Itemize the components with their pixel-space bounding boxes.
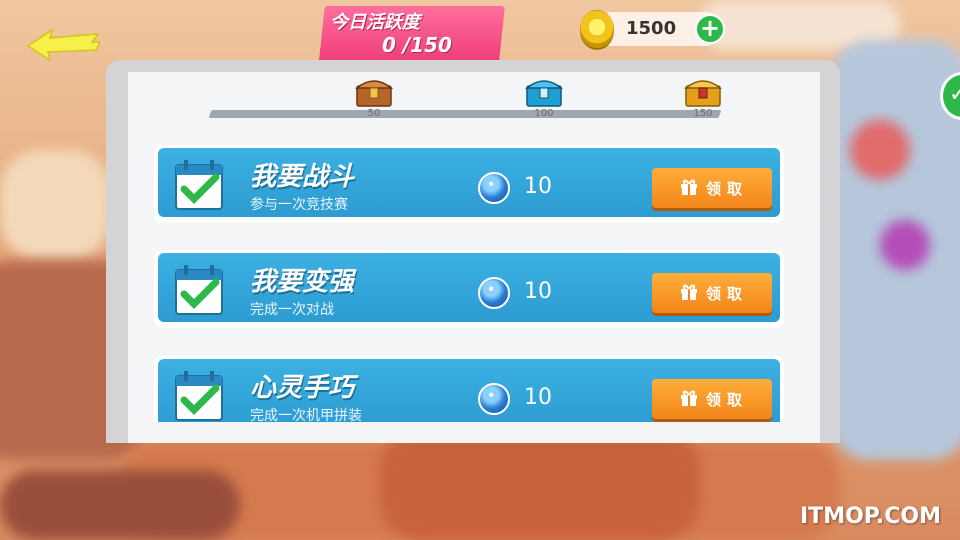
gift-icon xyxy=(681,390,697,406)
task-reward: 10 xyxy=(524,385,552,410)
task-description: 完成一次机甲拼装 xyxy=(250,408,362,422)
watermark: ITMOP.COM xyxy=(800,504,941,529)
claim-label: 领取 xyxy=(706,391,749,409)
task-row: 心灵手巧 完成一次机甲拼装 10 领取 xyxy=(154,356,784,422)
blue-gem-icon xyxy=(478,383,510,415)
claim-button[interactable]: 领取 xyxy=(652,379,772,419)
task-title: 心灵手巧 xyxy=(250,373,355,403)
task-list-viewport: 心灵手巧 完成一次机甲拼装 10 领取 xyxy=(0,0,960,422)
calendar-check-icon xyxy=(172,368,228,422)
